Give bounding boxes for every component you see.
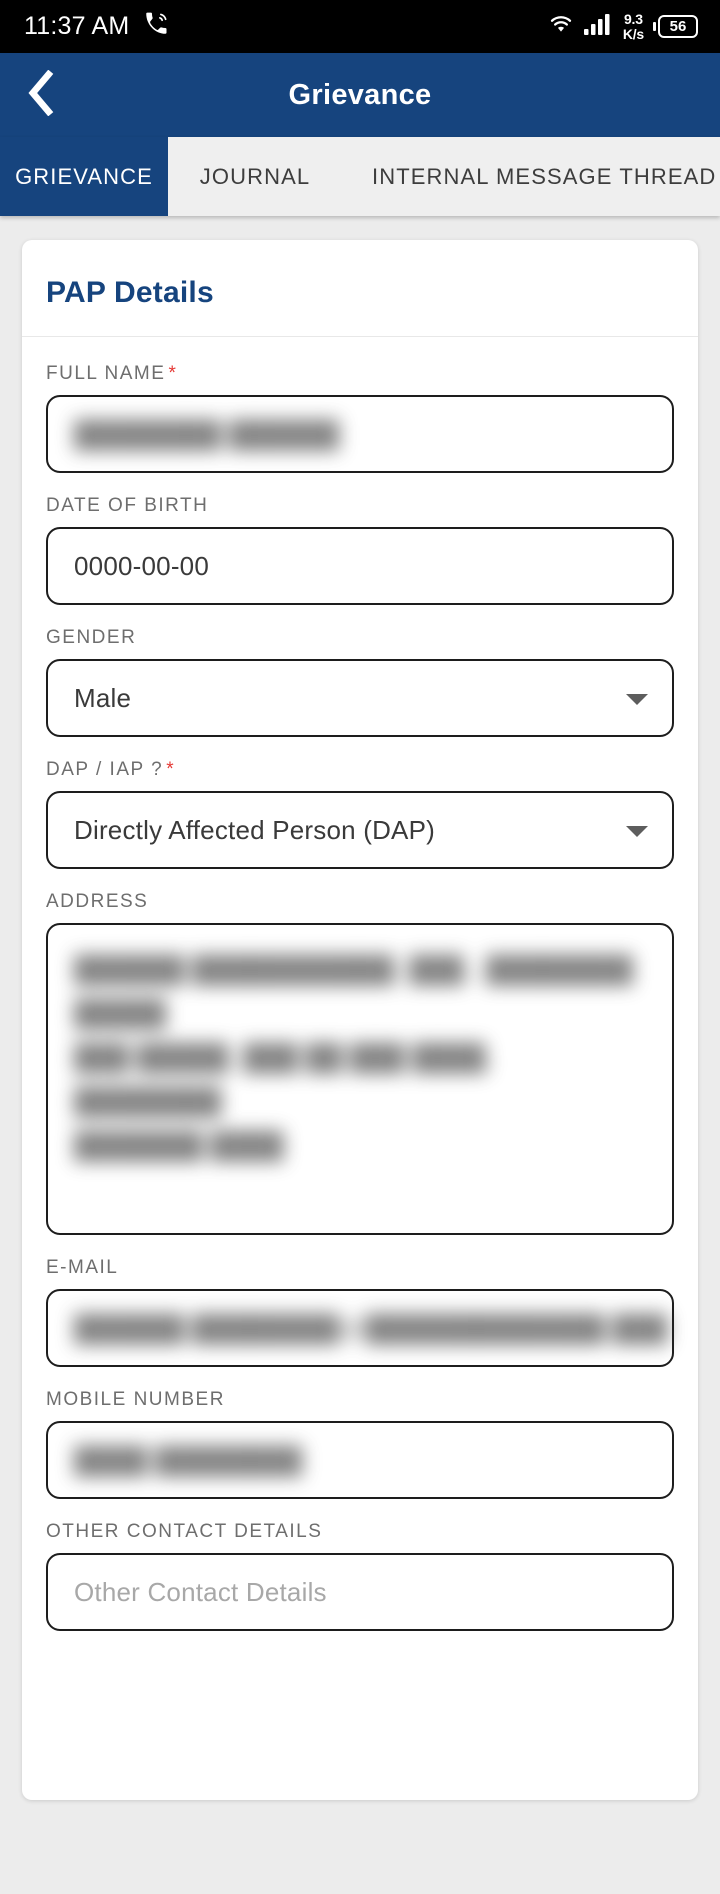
cellular-signal-icon — [583, 13, 614, 40]
tab-internal-message-thread[interactable]: INTERNAL MESSAGE THREAD — [342, 137, 720, 216]
back-button[interactable] — [0, 53, 80, 137]
battery-indicator: 56 — [653, 15, 698, 38]
page-content: PAP Details FULL NAME * ████████ ██████ D… — [0, 216, 720, 1800]
select-gender[interactable]: Male — [46, 659, 674, 737]
status-bar-left: 11:37 AM — [24, 11, 169, 42]
field-dap-iap: DAP / IAP ? * Directly Affected Person (D… — [46, 759, 674, 869]
input-date-of-birth[interactable]: 0000-00-00 — [46, 527, 674, 605]
battery-tip — [653, 22, 656, 31]
value-address: ██████ ███████████, ███., ████████ █████… — [74, 954, 634, 1160]
battery-level: 56 — [658, 15, 698, 38]
label-email: E-MAIL — [46, 1257, 119, 1278]
required-asterisk: * — [168, 363, 178, 384]
chevron-down-icon — [626, 826, 648, 837]
input-email[interactable]: ██████.████████@█████████████.███ — [46, 1289, 674, 1367]
input-full-name[interactable]: ████████ ██████ — [46, 395, 674, 473]
label-address: ADDRESS — [46, 891, 149, 912]
back-chevron-icon — [25, 69, 55, 121]
status-bar: 11:37 AM 9.3 K/s 56 — [0, 0, 720, 53]
value-email: ██████.████████@█████████████.███ — [74, 1313, 668, 1343]
input-mobile-number[interactable]: ████ ████████ — [46, 1421, 674, 1499]
page-title: Grievance — [288, 78, 432, 111]
card-title: PAP Details — [46, 276, 214, 309]
label-date-of-birth: DATE OF BIRTH — [46, 495, 209, 516]
tab-grievance[interactable]: GRIEVANCE — [0, 137, 168, 216]
phone-screen: 11:37 AM 9.3 K/s 56 Grievance GRIEVANCE … — [0, 0, 720, 1894]
status-time: 11:37 AM — [24, 12, 130, 40]
label-gender: GENDER — [46, 627, 137, 648]
network-speed-unit: K/s — [622, 25, 644, 42]
input-other-contact-details[interactable]: Other Contact Details — [46, 1553, 674, 1631]
select-dap-iap[interactable]: Directly Affected Person (DAP) — [46, 791, 674, 869]
card-body: FULL NAME * ████████ ██████ DATE OF BIRTH… — [22, 337, 698, 1631]
field-address: ADDRESS ██████ ███████████, ███., ██████… — [46, 891, 674, 1235]
value-date-of-birth: 0000-00-00 — [74, 550, 209, 581]
status-bar-right: 9.3 K/s 56 — [547, 10, 698, 42]
card-header: PAP Details — [22, 240, 698, 337]
field-full-name: FULL NAME * ████████ ██████ — [46, 363, 674, 473]
label-mobile-number: MOBILE NUMBER — [46, 1389, 225, 1410]
chevron-down-icon — [626, 694, 648, 705]
app-bar: Grievance — [0, 53, 720, 137]
value-dap-iap: Directly Affected Person (DAP) — [74, 814, 435, 845]
tab-journal[interactable]: JOURNAL — [168, 137, 342, 216]
network-speed: 9.3 K/s — [622, 10, 644, 42]
label-dap-iap: DAP / IAP ? * — [46, 759, 176, 780]
field-date-of-birth: DATE OF BIRTH 0000-00-00 — [46, 495, 674, 605]
label-full-name: FULL NAME * — [46, 363, 178, 384]
label-other-contact-details: OTHER CONTACT DETAILS — [46, 1521, 323, 1542]
field-mobile-number: MOBILE NUMBER ████ ████████ — [46, 1389, 674, 1499]
value-gender: Male — [74, 682, 132, 713]
field-email: E-MAIL ██████.████████@█████████████.███ — [46, 1257, 674, 1367]
placeholder-other-contact-details: Other Contact Details — [74, 1576, 327, 1607]
value-full-name: ████████ ██████ — [74, 419, 340, 449]
phone-call-icon — [143, 11, 169, 42]
wifi-icon — [547, 13, 575, 40]
pap-details-card: PAP Details FULL NAME * ████████ ██████ D… — [22, 240, 698, 1800]
textarea-address[interactable]: ██████ ███████████, ███., ████████ █████… — [46, 923, 674, 1235]
network-speed-value: 9.3 — [623, 10, 643, 27]
tab-bar: GRIEVANCE JOURNAL INTERNAL MESSAGE THREA… — [0, 137, 720, 216]
field-gender: GENDER Male — [46, 627, 674, 737]
value-mobile-number: ████ ████████ — [74, 1445, 303, 1475]
field-other-contact-details: OTHER CONTACT DETAILS Other Contact Deta… — [46, 1521, 674, 1631]
required-asterisk: * — [166, 759, 176, 780]
